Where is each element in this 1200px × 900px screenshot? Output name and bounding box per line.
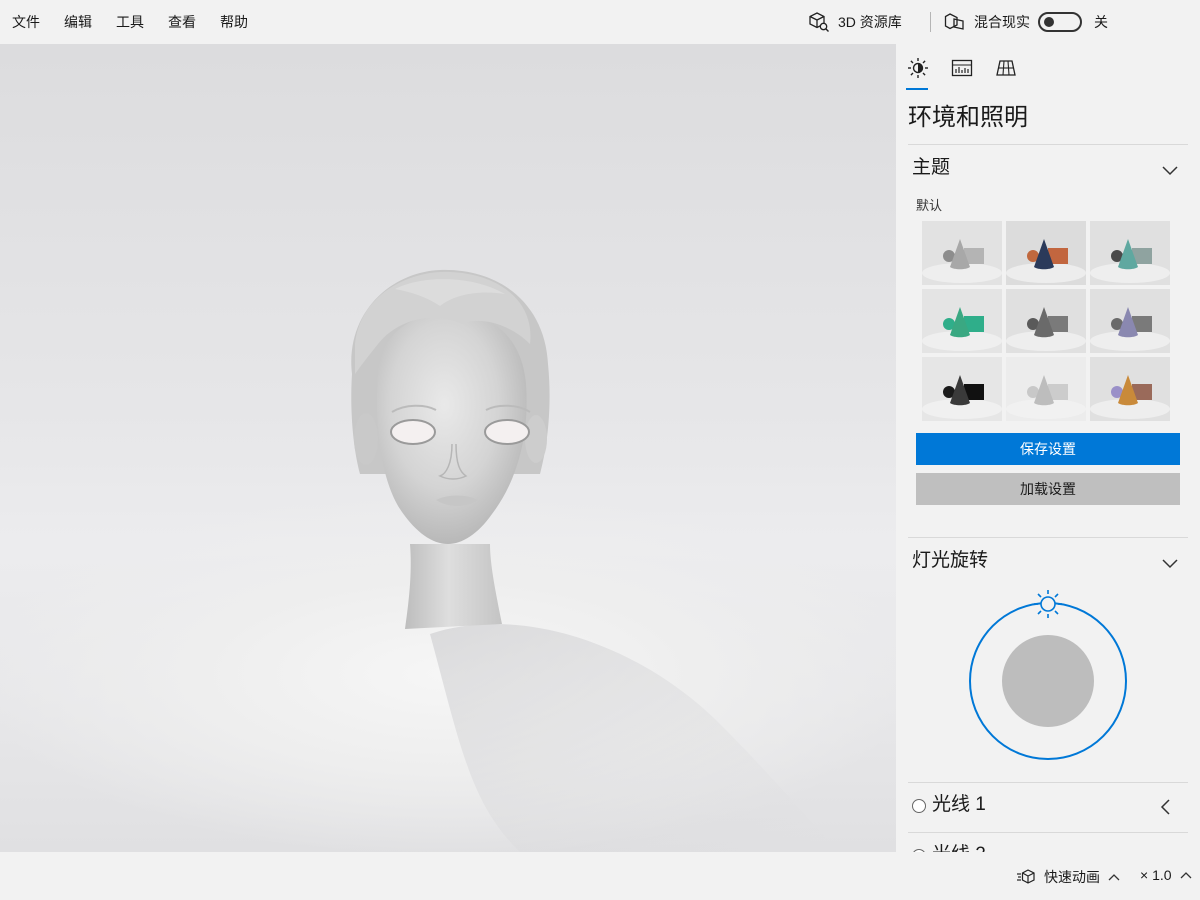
divider xyxy=(908,537,1188,538)
chevron-down-icon[interactable] xyxy=(1160,160,1180,180)
theme-preview xyxy=(1090,289,1170,353)
mixed-reality-button[interactable]: 混合现实 xyxy=(944,10,1030,34)
toggle-state-label: 关 xyxy=(1094,14,1108,30)
menu-bar: 文件 编辑 工具 查看 帮助 3D 资源库 混合现实 关 xyxy=(0,0,1200,44)
theme-preview xyxy=(1006,357,1086,421)
status-bar: 快速动画 × 1.0 xyxy=(0,852,1200,900)
chevron-down-icon[interactable] xyxy=(1160,553,1180,573)
animation-icon xyxy=(1017,869,1035,884)
light-2-label: 光线 2 xyxy=(932,843,986,852)
environment-panel: 环境和照明 主题 默认 保存设置 加载设置 灯光旋转 光线 1 光线 xyxy=(896,44,1200,852)
mixed-reality-icon xyxy=(944,13,964,30)
tab-active-indicator xyxy=(906,88,928,90)
menu-edit[interactable]: 编辑 xyxy=(64,13,92,31)
grid-icon[interactable] xyxy=(994,56,1018,80)
chevron-up-icon[interactable] xyxy=(1180,870,1192,880)
theme-preview xyxy=(922,289,1002,353)
menu-view[interactable]: 查看 xyxy=(168,13,196,31)
sun-icon[interactable] xyxy=(906,56,930,80)
save-settings-button[interactable]: 保存设置 xyxy=(916,433,1180,465)
light-rotation-dial[interactable] xyxy=(966,589,1130,761)
divider xyxy=(908,782,1188,783)
theme-section-title[interactable]: 主题 xyxy=(912,156,950,180)
quick-animation-label: 快速动画 xyxy=(1044,869,1100,885)
quick-animation-button[interactable]: 快速动画 xyxy=(1016,867,1128,887)
light-1-row[interactable]: 光线 1 xyxy=(912,791,1188,821)
theme-tile[interactable] xyxy=(1006,289,1086,353)
3d-library-label: 3D 资源库 xyxy=(838,14,902,30)
theme-preview xyxy=(1006,289,1086,353)
animation-speed-label: × 1.0 xyxy=(1140,867,1172,883)
divider xyxy=(908,144,1188,145)
menu-tools[interactable]: 工具 xyxy=(116,13,144,31)
theme-tile[interactable] xyxy=(1090,357,1170,421)
load-settings-button[interactable]: 加载设置 xyxy=(916,473,1180,505)
theme-tile[interactable] xyxy=(922,289,1002,353)
theme-tile[interactable] xyxy=(1090,289,1170,353)
panel-title: 环境和照明 xyxy=(908,104,1028,131)
theme-tile[interactable] xyxy=(922,357,1002,421)
theme-tile[interactable] xyxy=(1006,357,1086,421)
mixed-reality-label: 混合现实 xyxy=(974,14,1030,30)
3d-viewport[interactable] xyxy=(0,44,896,852)
menu-help[interactable]: 帮助 xyxy=(220,13,248,31)
menu-file[interactable]: 文件 xyxy=(12,13,40,31)
theme-preview xyxy=(922,221,1002,285)
light-sphere xyxy=(1002,635,1094,727)
chevron-up-icon[interactable] xyxy=(1108,872,1120,882)
theme-preview xyxy=(1090,357,1170,421)
theme-subtitle: 默认 xyxy=(916,198,943,213)
theme-preview xyxy=(922,357,1002,421)
theme-preview xyxy=(1090,221,1170,285)
light-1-label: 光线 1 xyxy=(932,794,986,815)
light-2-row[interactable]: 光线 2 xyxy=(912,841,1188,852)
head-model[interactable] xyxy=(0,44,896,852)
chevron-left-icon[interactable] xyxy=(1158,797,1174,817)
divider xyxy=(908,832,1188,833)
light-1-radio[interactable] xyxy=(912,799,926,813)
theme-tile[interactable] xyxy=(1090,221,1170,285)
light-rotation-title[interactable]: 灯光旋转 xyxy=(912,549,988,573)
mixed-reality-toggle[interactable] xyxy=(1038,12,1082,32)
menu-divider xyxy=(930,12,931,32)
theme-tile[interactable] xyxy=(1006,221,1086,285)
toggle-knob xyxy=(1044,17,1054,27)
theme-preview xyxy=(1006,221,1086,285)
theme-tile[interactable] xyxy=(922,221,1002,285)
stats-icon[interactable] xyxy=(950,56,974,80)
3d-library-icon xyxy=(809,12,829,32)
3d-library-button[interactable]: 3D 资源库 xyxy=(808,10,902,34)
animation-speed-button[interactable]: × 1.0 xyxy=(1140,867,1192,883)
